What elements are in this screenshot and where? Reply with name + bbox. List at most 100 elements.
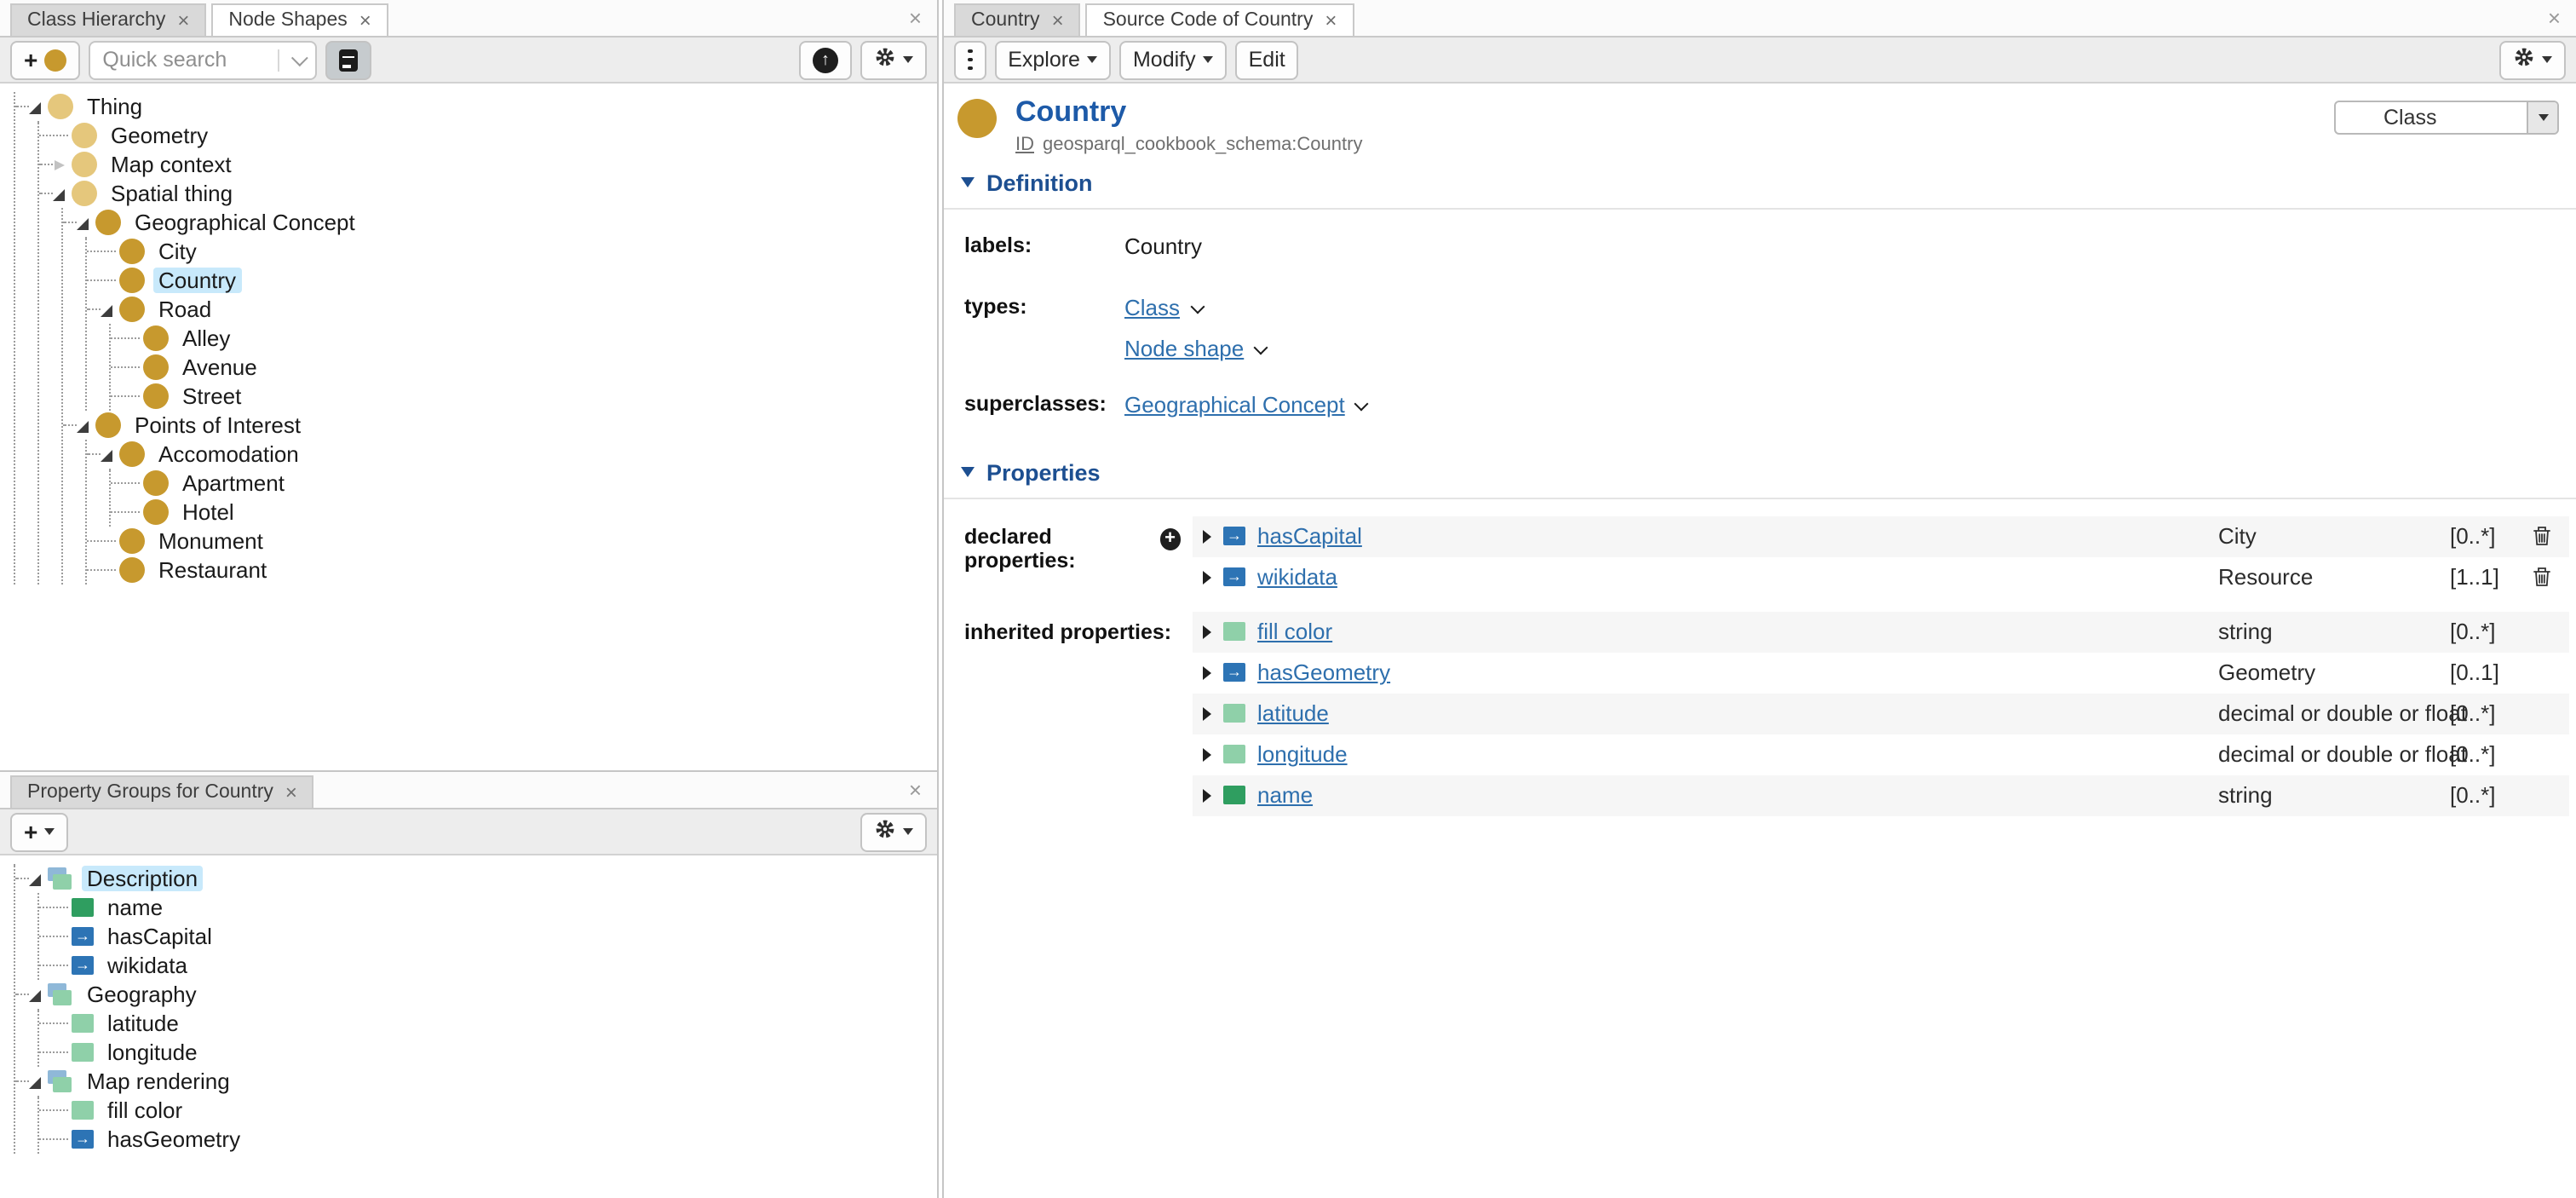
resource-link-node-shape[interactable]: Node shape — [1124, 335, 1244, 360]
tree-expander-icon[interactable] — [77, 214, 92, 231]
panel-close-icon[interactable]: × — [909, 779, 937, 808]
tree-expander-icon[interactable] — [29, 1073, 44, 1090]
tree-item-apartment[interactable]: Apartment — [111, 469, 937, 498]
tree-expander-icon[interactable] — [53, 156, 68, 173]
property-link[interactable]: hasGeometry — [1257, 659, 1390, 685]
property-groups-tab-property-groups-for-country[interactable]: Property Groups for Country× — [10, 775, 314, 808]
edit-button[interactable]: Edit — [1235, 40, 1299, 79]
tree-item-hasgeometry[interactable]: →hasGeometry — [39, 1125, 937, 1154]
add-property-icon[interactable]: + — [1159, 527, 1181, 550]
tree-expander-icon[interactable] — [101, 446, 116, 463]
row-expander-icon[interactable] — [1203, 788, 1211, 802]
panel-close-icon[interactable]: × — [2548, 7, 2576, 36]
tree-expander-icon[interactable] — [101, 301, 116, 318]
property-groups-settings-button[interactable] — [860, 812, 927, 851]
tree-expander-icon[interactable] — [53, 185, 68, 202]
properties-section-header[interactable]: Properties — [944, 459, 2576, 485]
labels-row: labels: Country — [964, 233, 2576, 258]
tree-item-description[interactable]: Description — [15, 864, 937, 893]
delete-icon[interactable] — [2532, 524, 2552, 546]
resource-tab-source-code-of-country[interactable]: Source Code of Country× — [1086, 3, 1354, 36]
tab-close-icon[interactable]: × — [359, 10, 371, 31]
tree-item-city[interactable]: City — [87, 237, 937, 266]
resource-link-class[interactable]: Class — [1124, 294, 1180, 320]
class-hierarchy-tab-class-hierarchy[interactable]: Class Hierarchy× — [10, 3, 206, 36]
tree-item-label: Accomodation — [153, 441, 304, 467]
resource-tab-country[interactable]: Country× — [954, 3, 1081, 36]
property-link[interactable]: wikidata — [1257, 564, 1337, 590]
tab-close-icon[interactable]: × — [177, 10, 189, 31]
tree-item-map-rendering[interactable]: Map rendering — [15, 1067, 937, 1096]
tree-item-geography[interactable]: Geography — [15, 980, 937, 1009]
tree-item-street[interactable]: Street — [111, 382, 937, 411]
tab-close-icon[interactable]: × — [1052, 10, 1064, 31]
tree-item-name[interactable]: name — [39, 893, 937, 922]
chevron-down-icon[interactable] — [1254, 340, 1268, 354]
class-hierarchy-tab-node-shapes[interactable]: Node Shapes× — [211, 3, 388, 36]
quick-search-input[interactable] — [90, 48, 278, 72]
tree-item-thing[interactable]: Thing — [15, 92, 937, 121]
row-expander-icon[interactable] — [1203, 529, 1211, 543]
tree-item-restaurant[interactable]: Restaurant — [87, 556, 937, 585]
delete-icon[interactable] — [2532, 565, 2552, 587]
tree-item-alley[interactable]: Alley — [111, 324, 937, 353]
property-type: decimal or double or float — [2218, 741, 2467, 767]
property-link[interactable]: name — [1257, 782, 1313, 808]
chevron-down-icon[interactable] — [1354, 396, 1369, 411]
tree-item-hotel[interactable]: Hotel — [111, 498, 937, 527]
property-link[interactable]: latitude — [1257, 700, 1329, 726]
property-link[interactable]: fill color — [1257, 619, 1332, 644]
row-expander-icon[interactable] — [1203, 570, 1211, 584]
row-expander-icon[interactable] — [1203, 747, 1211, 761]
tab-close-icon[interactable]: × — [1325, 10, 1337, 31]
property-type: Geometry — [2218, 659, 2315, 685]
modify-button[interactable]: Modify — [1119, 40, 1227, 79]
search-options-dropdown[interactable] — [278, 49, 315, 71]
add-property-group-button[interactable]: + — [10, 812, 68, 851]
tree-item-accomodation[interactable]: Accomodation — [87, 440, 937, 469]
tree-item-avenue[interactable]: Avenue — [111, 353, 937, 382]
tree-item-geographical-concept[interactable]: Geographical Concept — [63, 208, 937, 237]
tree-item-latitude[interactable]: latitude — [39, 1009, 937, 1038]
tree-item-fill-color[interactable]: fill color — [39, 1096, 937, 1125]
tree-item-wikidata[interactable]: →wikidata — [39, 951, 937, 980]
tree-connector — [87, 569, 116, 571]
tree-expander-icon[interactable] — [77, 417, 92, 434]
resource-link-geographical-concept[interactable]: Geographical Concept — [1124, 391, 1345, 417]
tree-item-geometry[interactable]: Geometry — [39, 121, 937, 150]
row-expander-icon[interactable] — [1203, 665, 1211, 679]
tree-item-map-context[interactable]: Map context — [39, 150, 937, 179]
chevron-down-icon[interactable] — [1190, 299, 1205, 314]
tree-item-spatial-thing[interactable]: Spatial thing — [39, 179, 937, 208]
row-expander-icon[interactable] — [1203, 625, 1211, 638]
tree-item-country[interactable]: Country — [87, 266, 937, 295]
tree-expander-icon[interactable] — [29, 870, 44, 887]
locate-button[interactable]: ↑ — [799, 40, 852, 79]
property-link[interactable]: longitude — [1257, 741, 1348, 767]
more-actions-button[interactable] — [954, 40, 986, 79]
resource-settings-button[interactable] — [2499, 40, 2566, 79]
property-link[interactable]: hasCapital — [1257, 523, 1362, 549]
tree-item-road[interactable]: Road — [87, 295, 937, 324]
tree-item-hascapital[interactable]: →hasCapital — [39, 922, 937, 951]
tree-expander-icon[interactable] — [29, 986, 44, 1003]
explore-button[interactable]: Explore — [994, 40, 1111, 79]
tree-item-monument[interactable]: Monument — [87, 527, 937, 556]
select-arrow-button[interactable] — [2527, 102, 2557, 133]
resource-type-select[interactable]: Class — [2334, 101, 2559, 135]
tree-item-points-of-interest[interactable]: Points of Interest — [63, 411, 937, 440]
tab-close-icon[interactable]: × — [285, 782, 297, 803]
definition-section-header[interactable]: Definition — [944, 170, 2576, 195]
tree-children: name→hasCapital→wikidata — [37, 893, 937, 980]
tree-item-longitude[interactable]: longitude — [39, 1038, 937, 1067]
tree-item-label: Apartment — [177, 470, 290, 496]
class-hierarchy-settings-button[interactable] — [860, 40, 927, 79]
tree-children: Accomodation ApartmentHotelMonumentRestau… — [85, 440, 937, 585]
panel-close-icon[interactable]: × — [909, 7, 937, 36]
tree-expander-icon[interactable] — [29, 98, 44, 115]
row-expander-icon[interactable] — [1203, 706, 1211, 720]
tree-connector — [87, 251, 116, 252]
app-window: Class Hierarchy×Node Shapes×× + — [0, 0, 2576, 1198]
dictionary-view-button[interactable] — [325, 40, 371, 79]
create-class-button[interactable]: + — [10, 40, 80, 79]
